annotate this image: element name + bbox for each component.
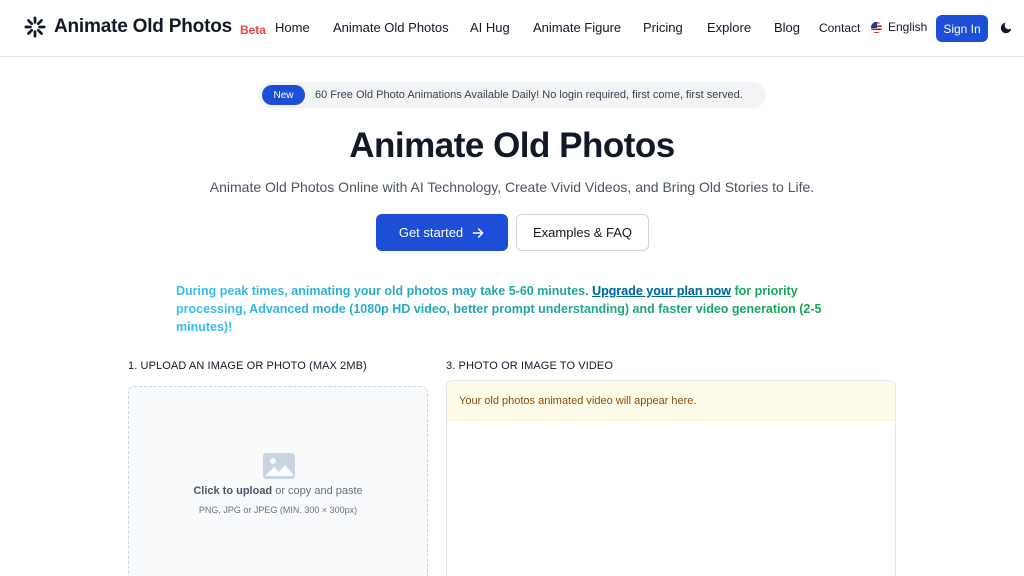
upload-section-label: 1. UPLOAD AN IMAGE OR PHOTO (MAX 2MB) (128, 360, 367, 372)
page-title: Animate Old Photos (349, 126, 675, 165)
image-icon (263, 453, 295, 479)
nav-pricing[interactable]: Pricing (643, 20, 683, 35)
upgrade-plan-link[interactable]: Upgrade your plan now (592, 284, 731, 298)
sign-in-button[interactable]: Sign In (936, 15, 988, 42)
logo-link[interactable]: Animate Old Photos Beta (24, 16, 266, 38)
language-selector[interactable]: English (871, 20, 927, 34)
sparkle-logo-icon (24, 16, 46, 38)
nav-blog[interactable]: Blog (774, 20, 800, 35)
copy-paste-text: or copy and paste (272, 485, 363, 497)
notice-text-start: During peak times, animating your old ph… (176, 284, 593, 298)
video-section-label: 3. PHOTO OR IMAGE TO VIDEO (446, 360, 614, 372)
logo-text: Animate Old Photos (54, 16, 232, 37)
nav-contact[interactable]: Contact (819, 21, 860, 35)
upload-format-hint: PNG, JPG or JPEG (MIN. 300 × 300px) (198, 505, 358, 515)
video-placeholder-message: Your old photos animated video will appe… (447, 381, 895, 421)
language-label: English (888, 20, 928, 34)
us-flag-icon (871, 21, 882, 33)
examples-faq-button[interactable]: Examples & FAQ (516, 214, 649, 251)
new-badge: New (262, 85, 305, 105)
upload-dropzone[interactable]: Click to upload or copy and paste PNG, J… (128, 386, 428, 576)
nav-animate-old-photos[interactable]: Animate Old Photos (333, 20, 449, 35)
get-started-label: Get started (398, 225, 464, 240)
nav-explore[interactable]: Explore (707, 20, 751, 35)
nav-animate-figure[interactable]: Animate Figure (533, 20, 621, 35)
announcement-text: 60 Free Old Photo Animations Available D… (315, 89, 743, 101)
upload-instruction: Click to upload or copy and paste (129, 485, 427, 497)
top-navbar: Animate Old Photos Beta Home Animate Old… (0, 0, 1024, 57)
nav-home[interactable]: Home (275, 20, 310, 35)
announcement-banner: New 60 Free Old Photo Animations Availab… (258, 82, 766, 108)
arrow-right-icon (472, 227, 484, 238)
page-subtitle: Animate Old Photos Online with AI Techno… (209, 179, 815, 195)
peak-time-notice: During peak times, animating your old ph… (176, 282, 836, 336)
video-output-panel: Your old photos animated video will appe… (446, 380, 896, 576)
beta-badge: Beta (239, 23, 266, 37)
moon-icon[interactable] (999, 21, 1013, 35)
nav-ai-hug[interactable]: AI Hug (470, 20, 510, 35)
click-to-upload-text: Click to upload (193, 485, 273, 497)
get-started-button[interactable]: Get started (376, 214, 508, 251)
